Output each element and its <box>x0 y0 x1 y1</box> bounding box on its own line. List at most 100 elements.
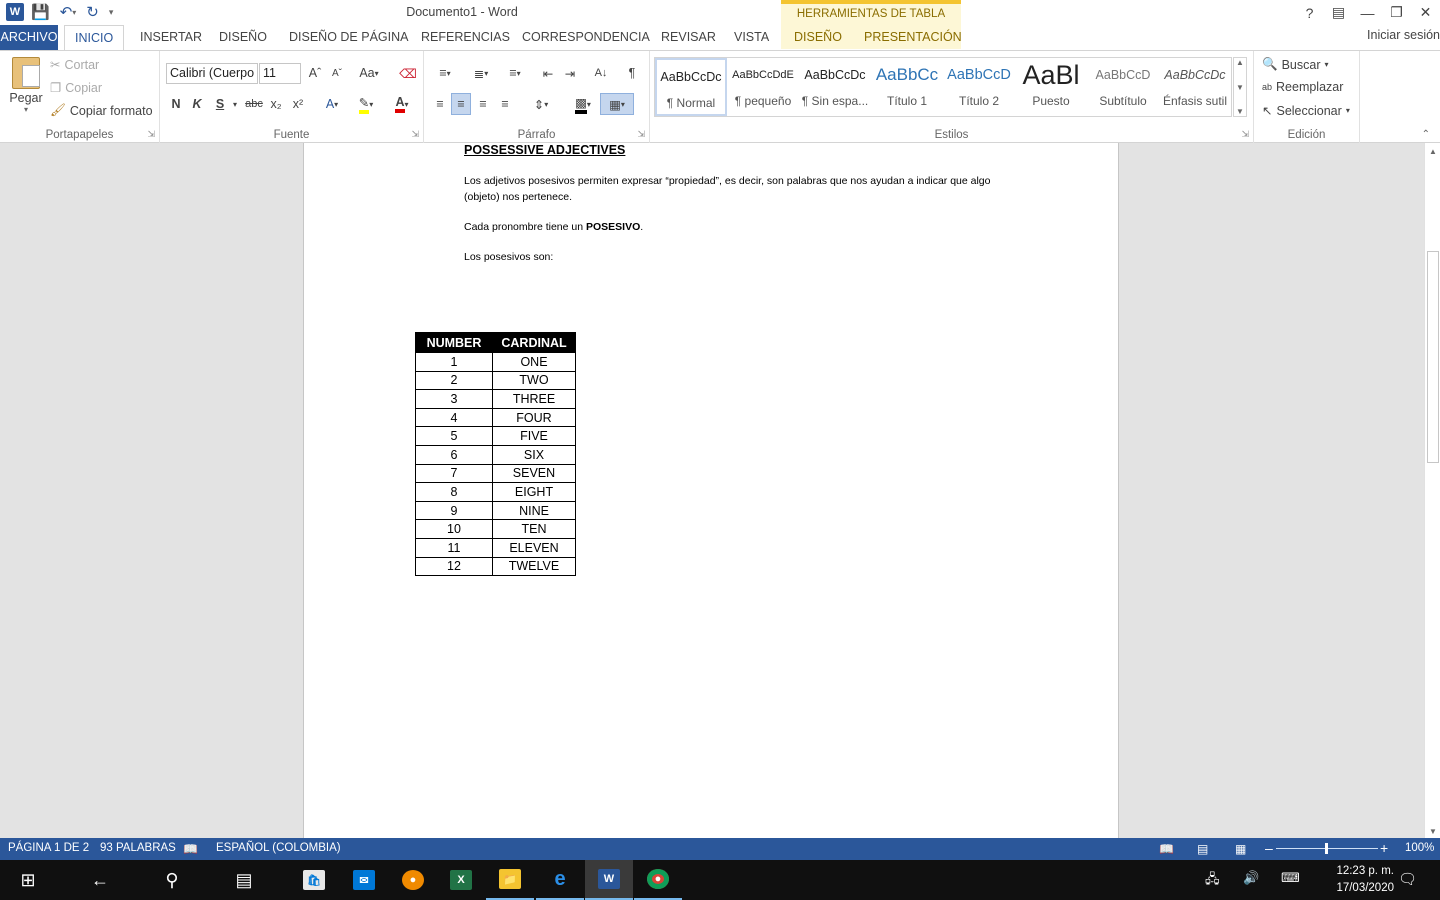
find-button[interactable]: 🔍 Buscar ▾ <box>1262 57 1329 72</box>
back-arrow-icon[interactable]: ← <box>76 860 124 900</box>
ribbon-display-options-icon[interactable]: ▤ <box>1324 0 1353 25</box>
vlc-icon[interactable]: ● <box>389 860 437 900</box>
tab-diseno-de-pagina[interactable]: DISEÑO DE PÁGINA <box>279 25 418 50</box>
zoom-out-icon[interactable]: – <box>1265 840 1273 856</box>
decrease-indent-icon[interactable]: ⇤ <box>538 63 558 83</box>
justify-icon[interactable]: ≡ <box>495 94 515 114</box>
text-effects-icon[interactable]: A ▾ <box>320 94 344 114</box>
chrome-icon[interactable]: ● <box>634 860 682 900</box>
table-cell-cardinal[interactable]: NINE <box>492 500 576 521</box>
numbering-icon[interactable]: ≣ ▾ <box>466 63 496 83</box>
scroll-down-icon[interactable]: ▼ <box>1425 827 1440 836</box>
underline-button[interactable]: S <box>212 94 228 114</box>
style-titulo-2[interactable]: AaBbCcD Título 2 <box>943 58 1015 116</box>
web-layout-icon[interactable]: ▦ <box>1235 842 1246 856</box>
table-cell-number[interactable]: 7 <box>415 463 493 484</box>
edge-icon[interactable]: e <box>536 860 584 900</box>
table-cell-cardinal[interactable]: FOUR <box>492 407 576 428</box>
style-enfasis-sutil[interactable]: AaBbCcDc Énfasis sutil <box>1159 58 1231 116</box>
table-cell-number[interactable]: 12 <box>415 556 493 577</box>
tab-inicio[interactable]: INICIO <box>64 25 125 51</box>
read-mode-icon[interactable]: 📖 <box>1159 842 1174 856</box>
table-cell-number[interactable]: 10 <box>415 519 493 539</box>
styles-gallery-scroll[interactable]: ▲ ▼ ▼ <box>1233 57 1247 117</box>
search-icon[interactable]: ⚲ <box>148 860 196 900</box>
shading-icon[interactable]: ▩ ▾ <box>568 94 598 114</box>
vertical-scrollbar[interactable]: ▲ ▼ <box>1424 143 1440 838</box>
table-header-cardinal[interactable]: CARDINAL <box>492 332 576 353</box>
table-cell-cardinal[interactable]: ONE <box>492 352 576 372</box>
document-page[interactable]: POSSESSIVE ADJECTIVES Los adjetivos pose… <box>303 143 1119 838</box>
table-cell-number[interactable]: 3 <box>415 389 493 409</box>
change-case-button[interactable]: Aa ▾ <box>354 63 384 83</box>
table-cell-number[interactable]: 9 <box>415 500 493 521</box>
style-pequeno[interactable]: AaBbCcDdE ¶ pequeño <box>727 58 799 116</box>
underline-dropdown-icon[interactable]: ▾ <box>230 94 240 114</box>
borders-icon[interactable]: ▦ ▾ <box>600 93 634 115</box>
grow-font-icon[interactable]: Aˆ <box>305 63 325 83</box>
replace-button[interactable]: ab Reemplazar <box>1262 80 1343 94</box>
clipboard-launcher-icon[interactable]: ⇲ <box>147 129 155 140</box>
minimize-icon[interactable]: — <box>1353 0 1382 25</box>
superscript-icon[interactable]: x² <box>290 94 306 114</box>
table-cell-number[interactable]: 11 <box>415 537 493 558</box>
bullets-icon[interactable]: ≡ ▾ <box>430 63 460 83</box>
language[interactable]: ESPAÑOL (COLOMBIA) <box>216 842 341 854</box>
font-size-box[interactable]: 11 <box>259 63 301 84</box>
tab-diseno[interactable]: DISEÑO <box>209 25 277 50</box>
table-cell-cardinal[interactable]: EIGHT <box>492 482 576 502</box>
network-icon[interactable]: 🖧 <box>1205 870 1220 892</box>
restore-icon[interactable]: ❐ <box>1382 0 1411 25</box>
table-cell-cardinal[interactable]: FIVE <box>492 426 576 446</box>
table-cell-number[interactable]: 8 <box>415 482 493 502</box>
table-cell-number[interactable]: 5 <box>415 426 493 446</box>
chevron-down-icon[interactable]: ▼ <box>1236 83 1244 92</box>
table-cell-number[interactable]: 4 <box>415 407 493 428</box>
table-cell-cardinal[interactable]: SEVEN <box>492 463 576 484</box>
cut-button[interactable]: ✂ Cortar <box>50 57 99 73</box>
table-cell-number[interactable]: 1 <box>415 352 493 372</box>
numbers-table[interactable]: NUMBER CARDINAL 1 ONE 2 TWO 3 THREE 4 FOUR 5 FIVE… <box>415 332 576 577</box>
proofing-icon[interactable]: 📖 <box>183 842 198 856</box>
excel-icon[interactable]: X <box>437 860 485 900</box>
windows-start-icon[interactable]: ⊞ <box>4 860 52 900</box>
format-painter-button[interactable]: 🖌 Copiar formato <box>50 103 153 118</box>
style-titulo-1[interactable]: AaBbCc Título 1 <box>871 58 943 116</box>
store-icon[interactable]: 🛍 <box>290 860 338 900</box>
table-cell-cardinal[interactable]: TEN <box>492 519 576 539</box>
table-cell-number[interactable]: 6 <box>415 444 493 465</box>
align-right-icon[interactable]: ≡ <box>473 94 493 114</box>
style-subtitulo[interactable]: AaBbCcD Subtítulo <box>1087 58 1159 116</box>
word-taskbar-icon[interactable]: W <box>585 860 633 900</box>
system-clock[interactable]: 12:23 p. m. 17/03/2020 <box>1336 863 1394 897</box>
scroll-thumb[interactable] <box>1427 251 1439 463</box>
file-explorer-icon[interactable]: 📁 <box>486 860 534 900</box>
line-spacing-icon[interactable]: ⇕ ▾ <box>526 94 556 114</box>
print-layout-icon[interactable]: ▤ <box>1197 842 1208 856</box>
mail-icon[interactable]: ✉ <box>340 860 388 900</box>
clear-formatting-icon[interactable]: ⌫ <box>398 63 418 83</box>
document-body[interactable]: POSSESSIVE ADJECTIVES Los adjetivos pose… <box>464 143 1004 265</box>
copy-button[interactable]: ❐ Copiar <box>50 80 102 96</box>
styles-launcher-icon[interactable]: ⇲ <box>1241 129 1249 140</box>
sort-icon[interactable]: A↓ <box>590 63 612 83</box>
strikethrough-icon[interactable]: abc <box>244 94 264 114</box>
font-family-box[interactable]: Calibri (Cuerpo <box>166 63 258 84</box>
table-cell-cardinal[interactable]: SIX <box>492 444 576 465</box>
table-cell-cardinal[interactable]: TWO <box>492 370 576 391</box>
table-header-number[interactable]: NUMBER <box>415 332 493 353</box>
highlight-color-icon[interactable]: ✎ ▾ <box>352 94 380 114</box>
zoom-level[interactable]: 100% <box>1405 842 1434 854</box>
paste-dropdown-icon[interactable]: ▾ <box>6 105 46 114</box>
table-cell-cardinal[interactable]: THREE <box>492 389 576 409</box>
shrink-font-icon[interactable]: Aˇ <box>327 63 347 83</box>
tab-correspondencia[interactable]: CORRESPONDENCIA <box>512 25 660 50</box>
scroll-up-icon[interactable]: ▲ <box>1425 147 1440 156</box>
show-marks-icon[interactable]: ¶ <box>622 63 642 83</box>
tab-revisar[interactable]: REVISAR <box>651 25 726 50</box>
chevron-up-icon[interactable]: ▲ <box>1236 58 1244 67</box>
sign-in-link[interactable]: Iniciar sesión <box>1367 28 1440 42</box>
collapse-ribbon-icon[interactable]: ⌃ <box>1422 129 1430 140</box>
font-color-icon[interactable]: A ▾ <box>388 94 416 114</box>
tab-table-presentacion[interactable]: PRESENTACIÓN <box>854 25 972 50</box>
